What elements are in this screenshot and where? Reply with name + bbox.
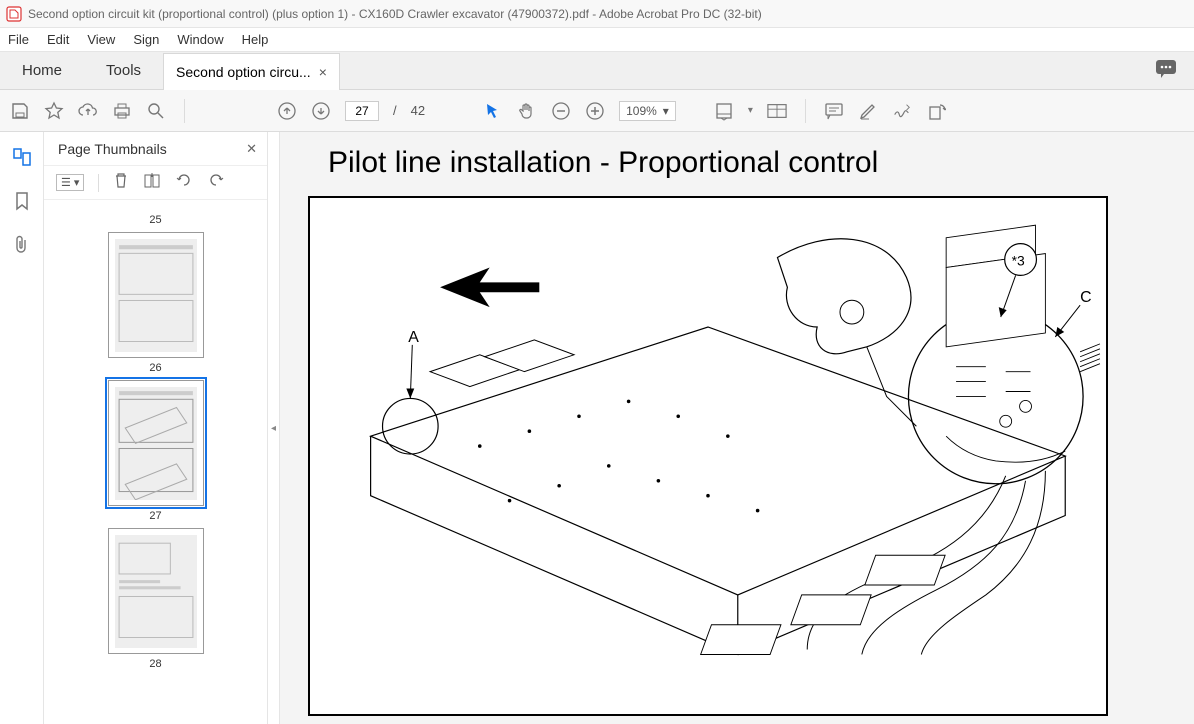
insert-page-icon[interactable] <box>143 171 161 194</box>
thumbnail-page[interactable]: 28 <box>44 528 267 670</box>
window-title-text: Second option circuit kit (proportional … <box>28 7 762 21</box>
pdf-icon <box>6 6 22 22</box>
thumbnails-toolbar: ☰ ▾ <box>44 166 267 200</box>
page-number-input[interactable] <box>345 101 379 121</box>
thumbnail-page[interactable]: 25 <box>44 214 267 226</box>
technical-drawing: A <box>308 196 1108 716</box>
thumbnails-list[interactable]: 25 26 27 28 <box>44 200 267 724</box>
chevron-down-icon[interactable]: ▾ <box>748 105 753 116</box>
bookmark-rail-icon[interactable] <box>11 190 33 212</box>
zoom-in-icon[interactable] <box>585 101 605 121</box>
rotate-icon[interactable] <box>926 101 946 121</box>
menubar: File Edit View Sign Window Help <box>0 28 1194 52</box>
page-separator: / <box>393 103 397 118</box>
thumbnail-label: 27 <box>44 510 267 522</box>
print-icon[interactable] <box>112 101 132 121</box>
main-area: Page Thumbnails ✕ ☰ ▾ 25 26 27 28 ◂ Pilo… <box>0 132 1194 724</box>
thumbnails-panel: Page Thumbnails ✕ ☰ ▾ 25 26 27 28 <box>44 132 268 724</box>
thumbnail-label: 25 <box>44 214 267 226</box>
select-tool-icon[interactable] <box>483 101 503 121</box>
menu-window[interactable]: Window <box>177 32 223 47</box>
menu-view[interactable]: View <box>87 32 115 47</box>
zoom-level-value: 109% <box>626 104 657 118</box>
menu-file[interactable]: File <box>8 32 29 47</box>
tab-home[interactable]: Home <box>0 52 84 89</box>
hand-tool-icon[interactable] <box>517 101 537 121</box>
tab-tools[interactable]: Tools <box>84 52 163 89</box>
callout-a: A <box>408 329 419 346</box>
page-title: Pilot line installation - Proportional c… <box>328 146 1194 180</box>
thumbnail-page[interactable]: 27 <box>44 380 267 522</box>
search-icon[interactable] <box>146 101 166 121</box>
close-panel-icon[interactable]: ✕ <box>246 141 257 157</box>
tab-close-icon[interactable]: × <box>319 64 327 80</box>
speech-bubble-icon[interactable] <box>1154 58 1178 85</box>
tab-bar: Home Tools Second option circu... × <box>0 52 1194 90</box>
comment-icon[interactable] <box>824 101 844 121</box>
toolbar-separator <box>184 99 185 123</box>
menu-edit[interactable]: Edit <box>47 32 69 47</box>
zoom-out-icon[interactable] <box>551 101 571 121</box>
thumbnail-label: 26 <box>44 362 267 374</box>
callout-star3: *3 <box>1012 252 1025 268</box>
delete-page-icon[interactable] <box>113 171 129 194</box>
tab-document[interactable]: Second option circu... × <box>163 53 340 90</box>
thumbnail-label: 28 <box>44 658 267 670</box>
thumbnails-rail-icon[interactable] <box>11 146 33 168</box>
page-display-icon[interactable] <box>767 101 787 121</box>
chevron-down-icon: ▾ <box>663 104 669 118</box>
page-up-icon[interactable] <box>277 101 297 121</box>
fit-width-icon[interactable] <box>714 101 734 121</box>
zoom-level-select[interactable]: 109% ▾ <box>619 101 676 121</box>
collapse-handle[interactable]: ◂ <box>268 132 280 724</box>
document-viewer[interactable]: Pilot line installation - Proportional c… <box>280 132 1194 724</box>
tab-document-label: Second option circu... <box>176 64 311 80</box>
page-down-icon[interactable] <box>311 101 331 121</box>
toolbar-separator <box>805 99 806 123</box>
cloud-upload-icon[interactable] <box>78 101 98 121</box>
thumbnails-title: Page Thumbnails <box>58 141 167 157</box>
thumbnail-page[interactable]: 26 <box>44 232 267 374</box>
left-rail <box>0 132 44 724</box>
attachment-rail-icon[interactable] <box>11 234 33 256</box>
page-total: 42 <box>411 103 425 118</box>
separator <box>98 174 99 192</box>
options-menu-icon[interactable]: ☰ ▾ <box>56 174 84 191</box>
thumbnails-header: Page Thumbnails ✕ <box>44 132 267 166</box>
callout-c: C <box>1080 289 1091 306</box>
menu-help[interactable]: Help <box>242 32 269 47</box>
window-titlebar: Second option circuit kit (proportional … <box>0 0 1194 28</box>
rotate-cw-icon[interactable] <box>207 171 225 194</box>
star-icon[interactable] <box>44 101 64 121</box>
toolbar: / 42 109% ▾ ▾ <box>0 90 1194 132</box>
save-icon[interactable] <box>10 101 30 121</box>
highlight-icon[interactable] <box>858 101 878 121</box>
rotate-ccw-icon[interactable] <box>175 171 193 194</box>
menu-sign[interactable]: Sign <box>133 32 159 47</box>
sign-icon[interactable] <box>892 101 912 121</box>
